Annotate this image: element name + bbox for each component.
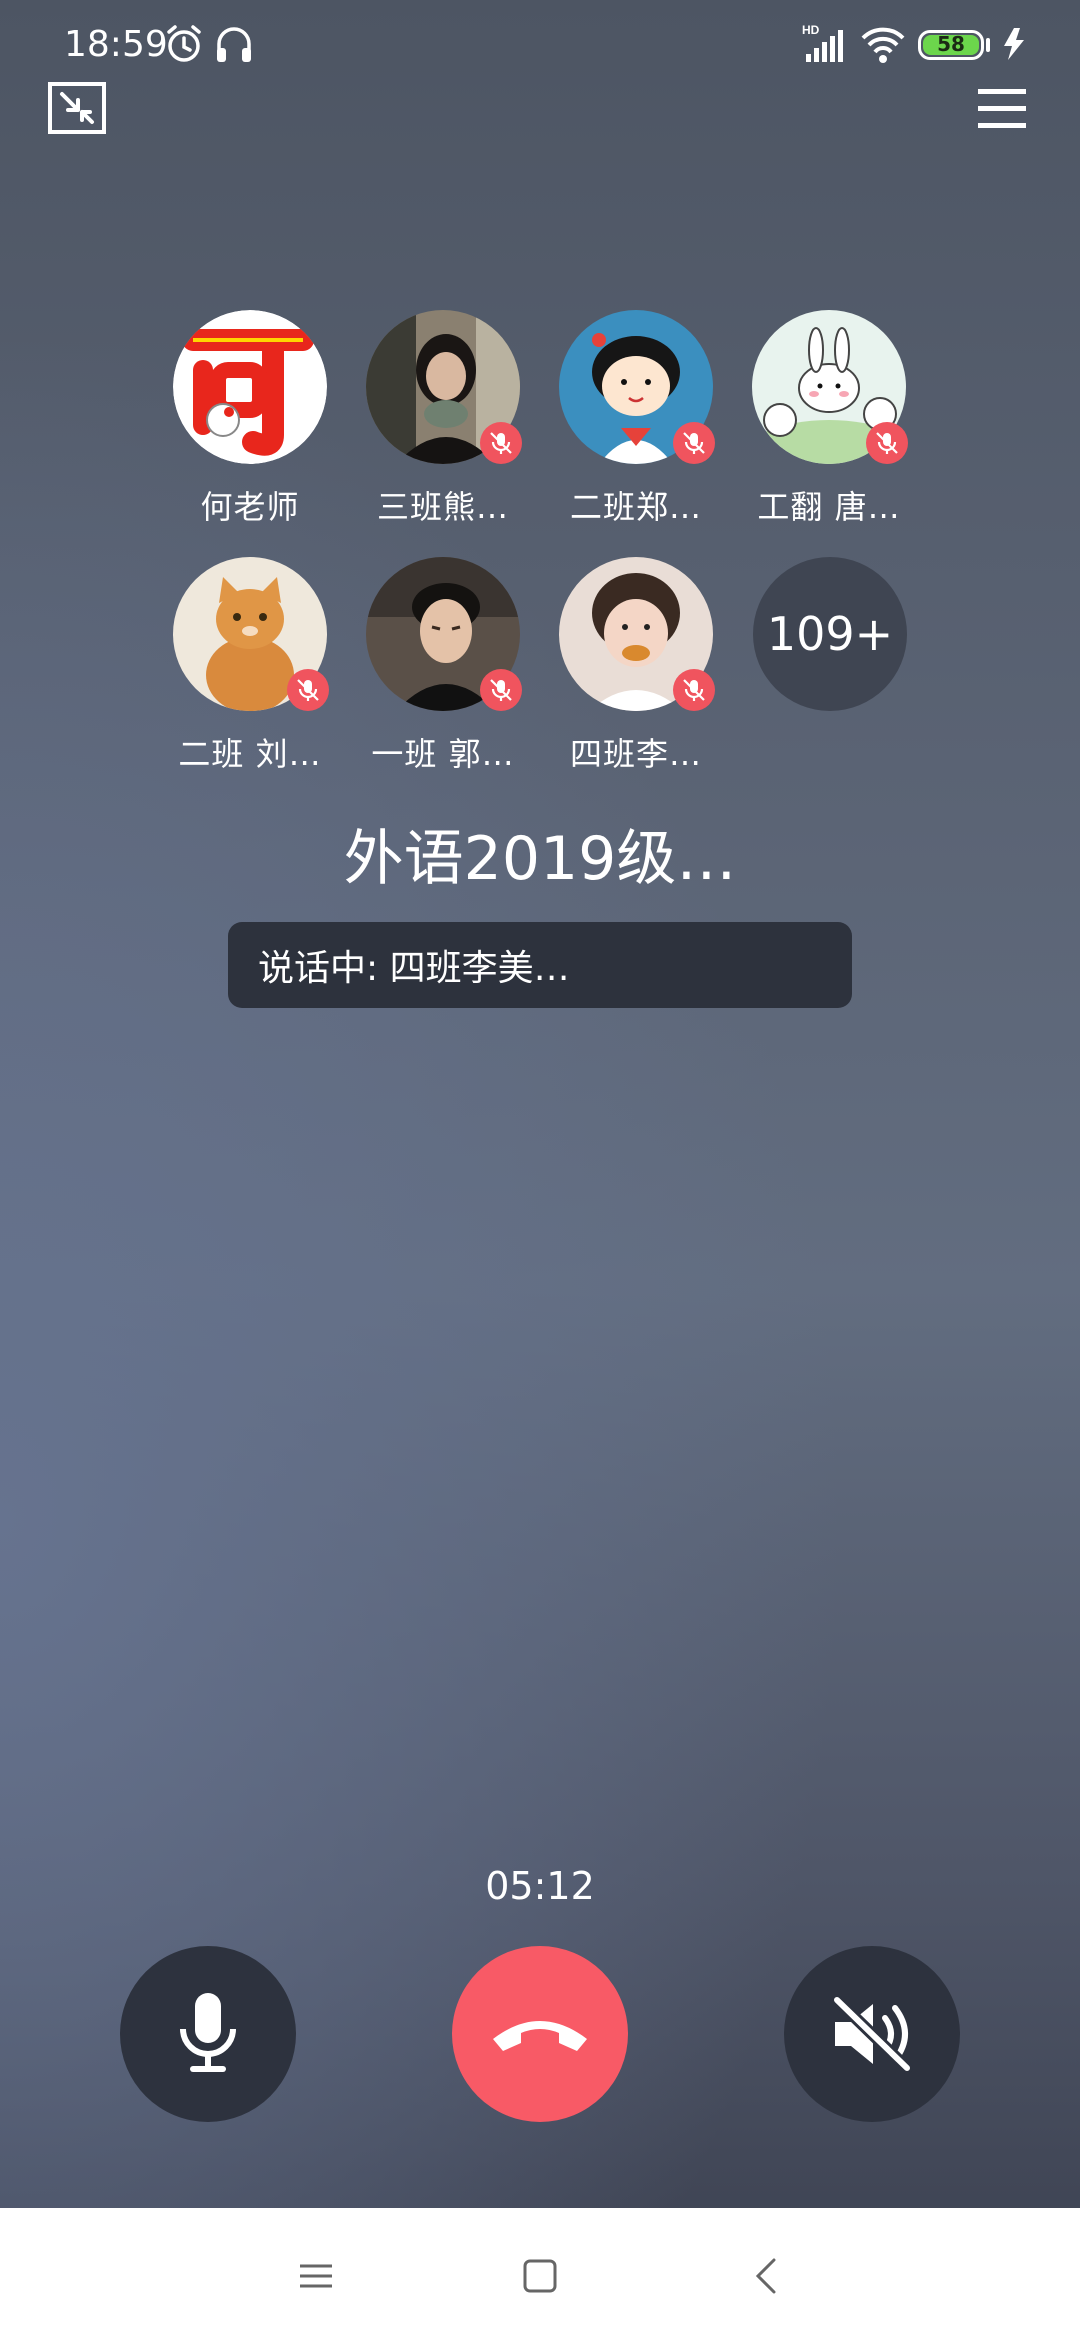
battery-level: 58 — [937, 32, 965, 56]
avatar — [366, 310, 522, 464]
muted-mic-icon — [480, 669, 522, 711]
muted-mic-icon — [287, 669, 329, 711]
system-navigation-bar — [0, 2208, 1080, 2340]
speaking-indicator: 说话中: 四班李美… — [228, 922, 852, 1008]
hang-up-icon — [493, 2021, 587, 2051]
participant-tile[interactable]: 四班李… — [546, 557, 726, 775]
participant-name: 何老师 — [200, 488, 300, 526]
avatar — [173, 310, 327, 464]
headphones-icon — [217, 27, 251, 62]
battery-icon: 58 — [918, 30, 984, 60]
signal-hd-icon: HD — [802, 23, 843, 62]
wifi-icon — [861, 27, 905, 63]
status-time: 18:59 — [64, 24, 168, 65]
participant-name: 三班熊… — [376, 488, 509, 526]
participant-name: 二班 刘… — [178, 735, 322, 773]
participant-tile[interactable]: 二班 刘… — [160, 557, 340, 775]
call-timer: 05:12 — [485, 1864, 595, 1908]
recent-apps-icon[interactable] — [292, 2252, 340, 2300]
more-participants-button[interactable]: 109+ — [753, 557, 907, 711]
avatar — [559, 310, 715, 464]
alarm-icon — [167, 25, 201, 62]
avatar — [739, 310, 919, 500]
hang-up-button[interactable] — [452, 1946, 628, 2122]
avatar — [559, 557, 715, 711]
participant-tile[interactable]: 一班 郭… — [353, 557, 533, 775]
avatar — [366, 557, 522, 711]
charging-icon — [1004, 28, 1024, 60]
participant-tile[interactable]: 何老师 — [160, 310, 340, 528]
participant-name: 工翻 唐… — [757, 488, 901, 526]
speaker-mute-button[interactable] — [784, 1946, 960, 2122]
participant-name: 一班 郭… — [371, 735, 515, 773]
minimize-button[interactable] — [48, 82, 106, 134]
microphone-icon — [180, 1993, 236, 2072]
microphone-button[interactable] — [120, 1946, 296, 2122]
participant-tile[interactable]: 工翻 唐… — [739, 310, 919, 528]
muted-mic-icon — [673, 422, 715, 464]
participant-tile[interactable]: 二班郑… — [546, 310, 726, 528]
voice-call-screen: 18:59 HD 58 何老师 三班熊… 二班郑… 工翻 唐… 二班 刘… 一班… — [0, 0, 1080, 2340]
svg-text:HD: HD — [802, 23, 820, 37]
speaking-text: 说话中: 四班李美… — [258, 948, 570, 989]
status-bar: 18:59 HD 58 — [0, 0, 1080, 90]
participant-name: 四班李… — [569, 735, 702, 773]
home-icon[interactable] — [516, 2252, 564, 2300]
speaker-mute-icon — [831, 1994, 913, 2074]
muted-mic-icon — [673, 669, 715, 711]
menu-button[interactable] — [976, 86, 1028, 132]
participant-tile[interactable]: 三班熊… — [353, 310, 533, 528]
participant-name: 二班郑… — [569, 488, 702, 526]
back-icon[interactable] — [744, 2252, 792, 2300]
avatar — [173, 557, 329, 713]
muted-mic-icon — [866, 422, 908, 464]
group-title: 外语2019级… — [343, 824, 737, 894]
muted-mic-icon — [480, 422, 522, 464]
